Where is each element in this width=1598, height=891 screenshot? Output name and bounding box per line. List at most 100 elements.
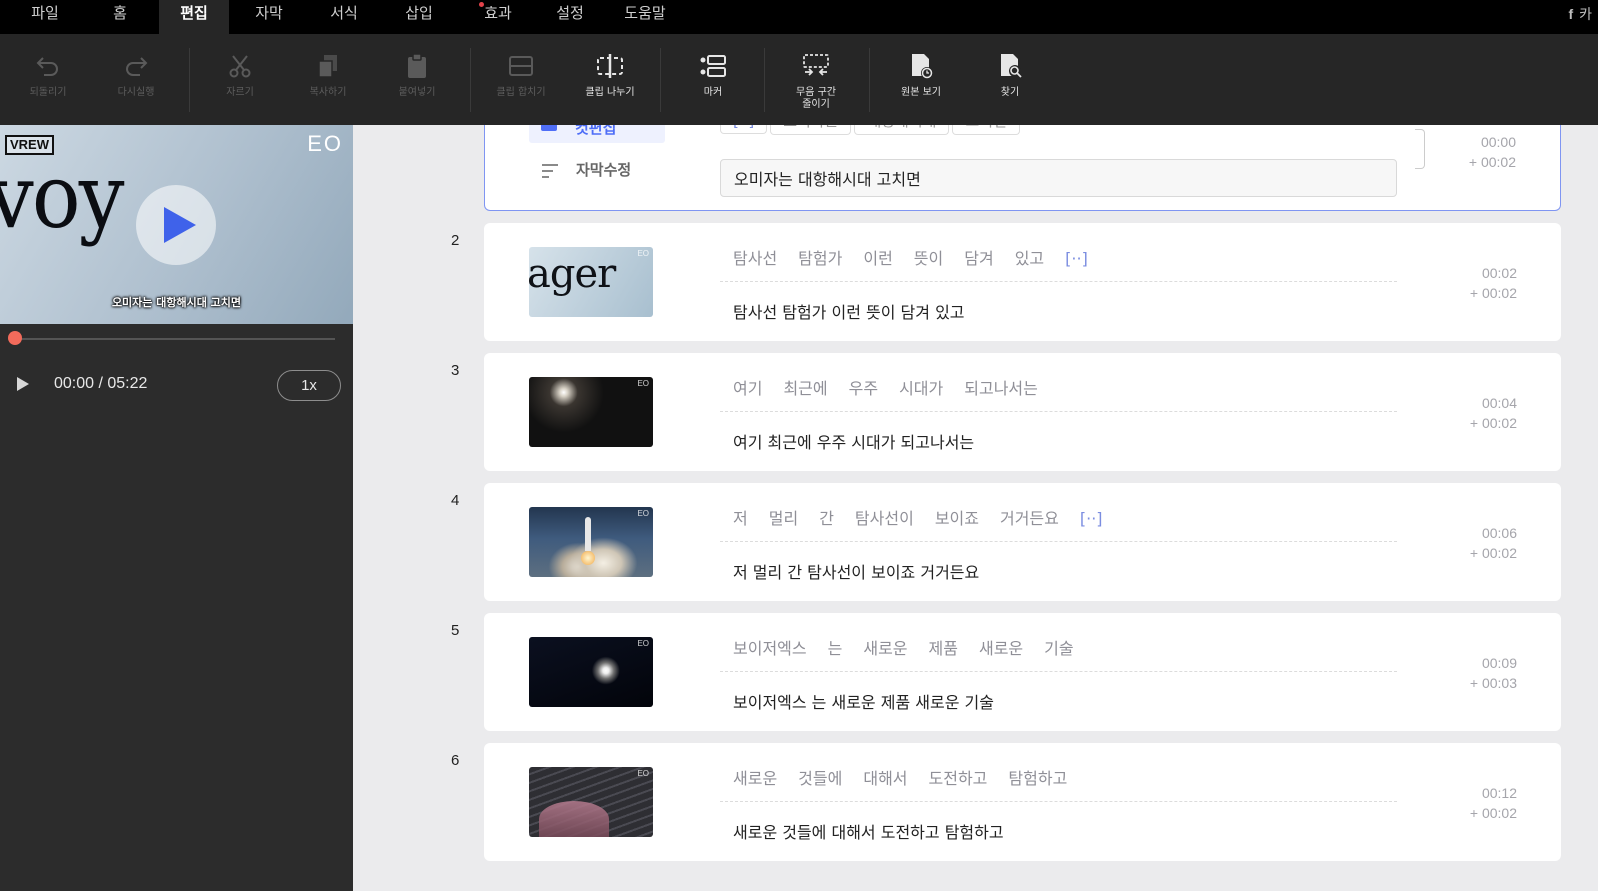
undo-button[interactable]: 되돌리기 <box>20 52 76 99</box>
divider <box>720 801 1397 802</box>
playback-speed-button[interactable]: 1x <box>277 370 341 401</box>
marker-button[interactable]: 마커 <box>693 52 733 99</box>
silence-gap-token[interactable]: [··] <box>1065 249 1088 268</box>
word-token[interactable]: 우주 <box>849 379 878 398</box>
word-token[interactable]: 새로운 <box>863 639 907 658</box>
clip-start-time: 00:12 <box>1481 785 1517 801</box>
clip-thumbnail[interactable]: EO <box>529 637 653 707</box>
facebook-link[interactable]: f카 <box>1568 4 1592 24</box>
menu-tab-insert[interactable]: 삽입 <box>396 0 442 34</box>
word-token[interactable]: 탐사선이 <box>855 509 914 528</box>
word-token[interactable]: 거거든요 <box>1000 509 1059 528</box>
video-play-button[interactable] <box>136 185 216 265</box>
menu-tab-help[interactable]: 도움말 <box>619 0 671 34</box>
scissors-icon <box>229 55 251 78</box>
clip-thumbnail[interactable]: ager EO <box>529 247 653 317</box>
word-token[interactable]: 이런 <box>863 249 892 268</box>
subtitle-text[interactable]: 여기 최근에 우주 시대가 되고나서는 <box>733 429 974 453</box>
menu-tab-subtitle[interactable]: 자막 <box>246 0 292 34</box>
word-token[interactable]: 시대가 <box>899 379 943 398</box>
word-token[interactable]: 제품 <box>929 639 958 658</box>
subtitle-text[interactable]: 탐사선 탐험가 이런 뜻이 담겨 있고 <box>733 299 965 323</box>
tag-cut-edit[interactable]: 컷편집 <box>529 125 665 143</box>
word-token[interactable]: 여기 <box>733 379 762 398</box>
subtitle-text[interactable]: 저 멀리 간 탐사선이 보이죠 거거든요 <box>733 559 979 583</box>
word-token[interactable]: 간 <box>819 509 834 528</box>
menu-tab-effects-label: 효과 <box>484 4 512 22</box>
word-token[interactable]: 는 <box>828 639 843 658</box>
reduce-silence-label-line1: 무음 구간 <box>796 87 836 98</box>
word-chip-gap[interactable]: [··] <box>720 125 768 134</box>
word-token[interactable]: 보이저엑스 <box>733 639 807 658</box>
clip-card[interactable]: EO 저 멀리 간 탐사선이 보이죠 거거든요 [··] 저 멀리 간 탐사선이 보이죠 거… <box>484 483 1561 601</box>
clip-card[interactable]: EO 여기 최근에 우주 시대가 되고나서는 여기 최근에 우주 시대가 되고나서는 0… <box>484 353 1561 471</box>
clip-card[interactable]: ager EO 탐사선 탐험가 이런 뜻이 담겨 있고 [··] 탐사선 탐험가 이런 뜻이… <box>484 223 1561 341</box>
word-token[interactable]: 최근에 <box>783 379 827 398</box>
clip-timestamp: 00:09 + 00:03 <box>1470 653 1517 693</box>
word-token[interactable]: 새로운 <box>979 639 1023 658</box>
word-chip[interactable]: 고치면 <box>952 125 1020 135</box>
bracket-connector <box>1415 129 1425 169</box>
word-chips: [··]오미자는대항해시대고치면 <box>720 125 1020 135</box>
clip-timestamp: 00:00 + 00:02 <box>1469 132 1516 172</box>
word-token[interactable]: 탐험하고 <box>1008 769 1067 788</box>
menu-tab-edit[interactable]: 편집 <box>159 0 229 34</box>
word-token[interactable]: 도전하고 <box>929 769 988 788</box>
split-clip-button[interactable]: 클립 나누기 <box>578 52 642 99</box>
menu-tab-file[interactable]: 파일 <box>22 0 68 34</box>
clip-duration: + 00:02 <box>1469 545 1517 561</box>
menu-tab-format[interactable]: 서식 <box>321 0 367 34</box>
word-token[interactable]: 담겨 <box>964 249 993 268</box>
tag-subtitle-edit[interactable]: 자막수정 <box>541 157 681 187</box>
view-original-button[interactable]: 원본 보기 <box>893 52 949 99</box>
menu-tab-settings[interactable]: 설정 <box>547 0 593 34</box>
play-button[interactable] <box>16 376 30 396</box>
word-chip[interactable]: 대항해시대 <box>854 125 950 135</box>
copy-button[interactable]: 복사하기 <box>300 52 356 99</box>
clip-thumbnail[interactable]: EO <box>529 767 653 837</box>
paste-button[interactable]: 붙여넣기 <box>389 52 445 99</box>
clip-card[interactable]: EO 보이저엑스 는 새로운 제품 새로운 기술 보이저엑스 는 새로운 제품 새로운 기… <box>484 613 1561 731</box>
cut-label: 자르기 <box>226 87 254 98</box>
word-token[interactable]: 보이죠 <box>935 509 979 528</box>
menu-tab-home[interactable]: 홈 <box>97 0 143 34</box>
word-token[interactable]: 멀리 <box>769 509 798 528</box>
view-original-label: 원본 보기 <box>901 87 941 98</box>
word-token[interactable]: 탐사선 <box>733 249 777 268</box>
clip-card[interactable]: EO 새로운 것들에 대해서 도전하고 탐험하고 새로운 것들에 대해서 도전하고 탐험… <box>484 743 1561 861</box>
clip-start-time: 00:06 <box>1481 525 1517 541</box>
subtitle-edit-input[interactable] <box>720 159 1397 197</box>
subtitle-text[interactable]: 보이저엑스 는 새로운 제품 새로운 기술 <box>733 689 994 713</box>
redo-button[interactable]: 다시실행 <box>108 52 164 99</box>
silence-gap-token[interactable]: [··] <box>1080 509 1103 528</box>
scissors-icon <box>541 125 557 131</box>
play-icon <box>17 377 29 391</box>
word-token[interactable]: 기술 <box>1044 639 1073 658</box>
word-token[interactable]: 탐험가 <box>798 249 842 268</box>
menu-tab-effects[interactable]: 효과 <box>475 0 521 34</box>
video-preview[interactable]: voy VREW EO 오미자는 대항해시대 고치면 <box>0 125 353 324</box>
merge-clips-button[interactable]: 클립 합치기 <box>490 52 552 99</box>
word-token[interactable]: 있고 <box>1015 249 1044 268</box>
clip-card-selected[interactable]: 컷편집 자막수정 [··]오미자는대항해시대고치면 00:00 + 00:02 <box>484 125 1561 211</box>
reduce-silence-button[interactable]: 무음 구간 줄이기 <box>784 52 848 111</box>
clip-number: 5 <box>451 622 460 639</box>
divider <box>720 541 1397 542</box>
word-token[interactable]: 대해서 <box>863 769 907 788</box>
word-token[interactable]: 새로운 <box>733 769 777 788</box>
find-button[interactable]: 찾기 <box>990 52 1030 99</box>
toolbar-divider <box>470 48 471 112</box>
subtitle-text[interactable]: 새로운 것들에 대해서 도전하고 탐험하고 <box>733 819 1004 843</box>
word-token[interactable]: 저 <box>733 509 748 528</box>
word-token[interactable]: 뜻이 <box>914 249 943 268</box>
word-chip[interactable]: 오미자는 <box>770 125 852 135</box>
clip-thumbnail[interactable]: EO <box>529 507 653 577</box>
seek-bar[interactable] <box>15 338 335 340</box>
clip-duration: + 00:02 <box>1469 805 1517 821</box>
seek-handle[interactable] <box>8 331 22 345</box>
clip-timestamp: 00:02 + 00:02 <box>1470 263 1517 303</box>
word-token[interactable]: 되고나서는 <box>964 379 1038 398</box>
cut-button[interactable]: 자르기 <box>212 52 268 99</box>
clip-thumbnail[interactable]: EO <box>529 377 653 447</box>
word-token[interactable]: 것들에 <box>798 769 842 788</box>
